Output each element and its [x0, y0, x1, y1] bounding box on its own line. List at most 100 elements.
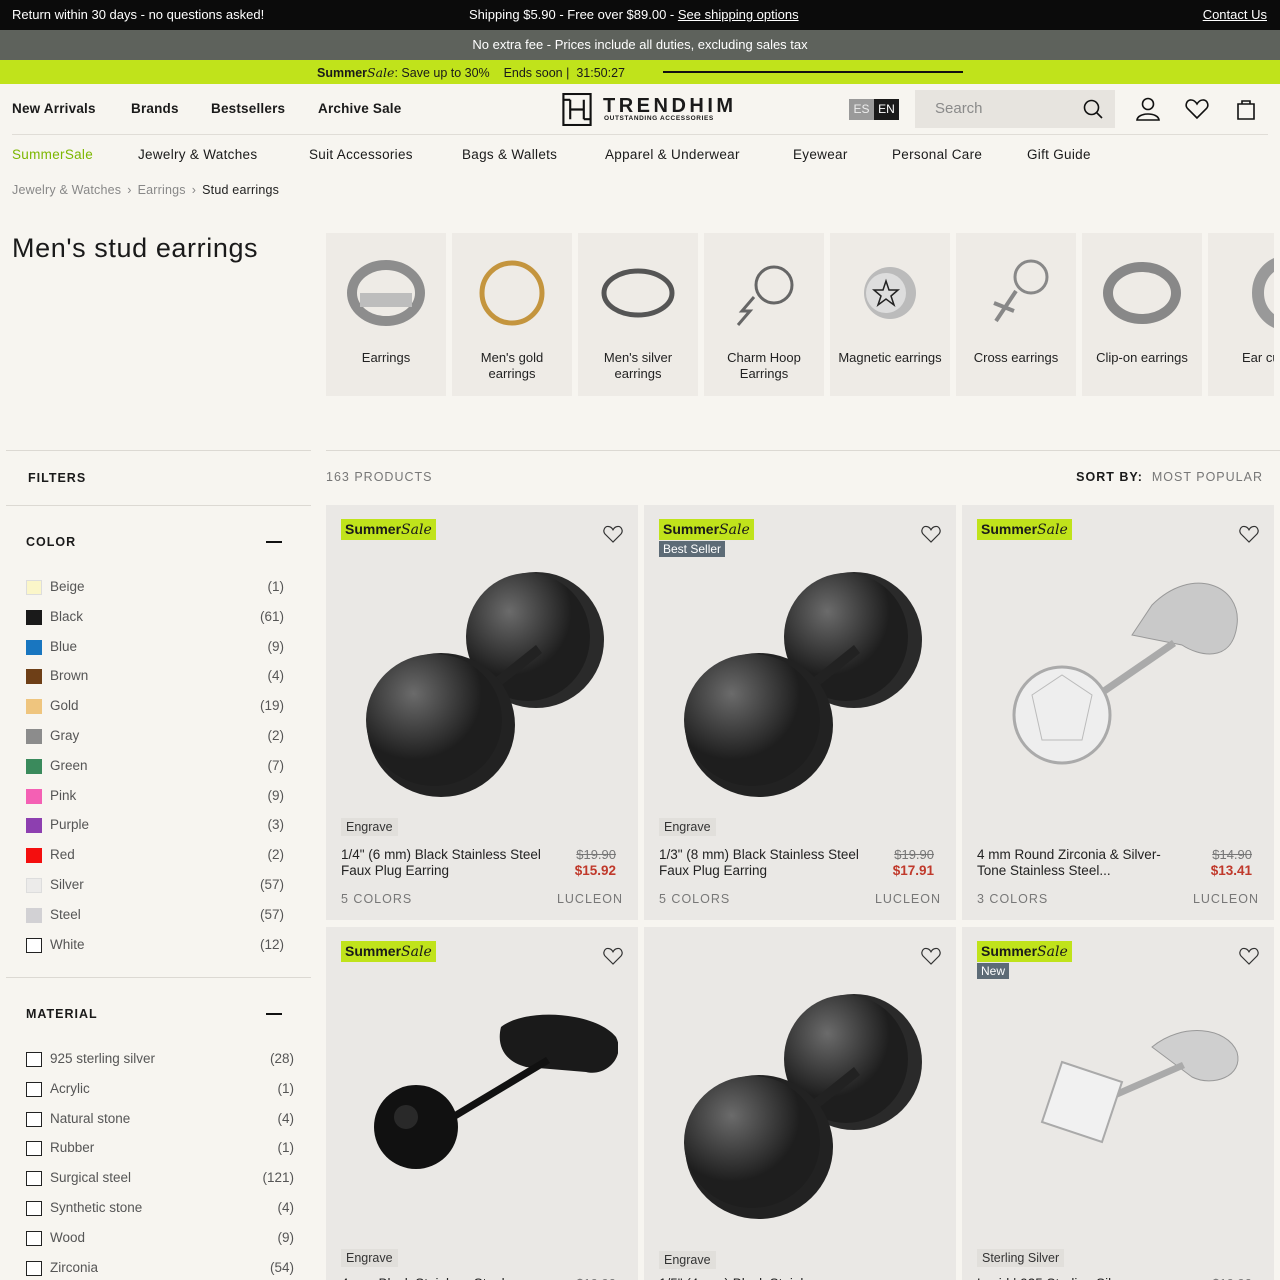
wishlist-heart-icon[interactable] [602, 945, 624, 967]
cat-gift-guide[interactable]: Gift Guide [1027, 147, 1091, 162]
color-swatch[interactable] [26, 878, 42, 893]
material-filter-option[interactable]: Wood (9) [26, 1228, 294, 1248]
color-swatch[interactable] [26, 609, 42, 625]
collapse-minus-icon[interactable] [266, 541, 282, 543]
material-filter-option[interactable]: Synthetic stone (4) [26, 1198, 294, 1218]
color-swatch[interactable] [26, 937, 42, 953]
cat-bags-wallets[interactable]: Bags & Wallets [462, 147, 557, 162]
material-filter-option[interactable]: 925 sterling silver (28) [26, 1049, 294, 1069]
checkbox[interactable] [26, 1171, 42, 1187]
cart-icon[interactable] [1233, 96, 1259, 122]
color-swatch[interactable] [26, 639, 42, 655]
nav-brands[interactable]: Brands [131, 101, 179, 116]
sale-bar[interactable]: SummerSale: Save up to 30% Ends soon | 3… [0, 60, 1280, 84]
category-tile[interactable]: Men's gold earrings [452, 233, 572, 396]
color-filter-option[interactable]: Red (2) [26, 845, 284, 865]
product-card[interactable]: SummerSale Engrave 4 mm Black Stainless St… [326, 927, 638, 1280]
product-image[interactable] [346, 967, 618, 1237]
color-swatch[interactable] [26, 729, 42, 744]
collapse-minus-icon[interactable] [266, 1013, 282, 1015]
color-filter-option[interactable]: Blue (9) [26, 637, 284, 657]
color-swatch[interactable] [26, 758, 42, 774]
product-card[interactable]: SummerSale 4 mm Round Zirconia & Silver-T… [962, 505, 1274, 920]
color-filter-option[interactable]: Gray (2) [26, 726, 284, 746]
color-filter-option[interactable]: Silver (57) [26, 875, 284, 895]
color-swatch[interactable] [26, 788, 42, 804]
lang-en[interactable]: EN [874, 99, 899, 120]
material-filter-option[interactable]: Natural stone (4) [26, 1109, 294, 1129]
color-swatch[interactable] [26, 848, 42, 864]
product-card[interactable]: SummerSale Best Seller Engrave 1/3" (8 mm) … [644, 505, 956, 920]
product-card[interactable]: SummerSaleNew Sterling Silver Lucid | 925 … [962, 927, 1274, 1280]
cat-personal-care[interactable]: Personal Care [892, 147, 982, 162]
color-filter-option[interactable]: Pink (9) [26, 786, 284, 806]
cat-suit-accessories[interactable]: Suit Accessories [309, 147, 413, 162]
wishlist-heart-icon[interactable] [920, 523, 942, 545]
color-swatch[interactable] [26, 907, 42, 923]
color-filter-title[interactable]: COLOR [26, 535, 76, 549]
product-name[interactable]: 4 mm Round Zirconia & Silver-Tone Stainl… [977, 847, 1177, 879]
material-filter-option[interactable]: Surgical steel (121) [26, 1168, 294, 1188]
material-filter-title[interactable]: MATERIAL [26, 1007, 98, 1021]
checkbox[interactable] [26, 1052, 42, 1067]
material-filter-option[interactable]: Acrylic (1) [26, 1079, 294, 1099]
category-tile[interactable]: Earrings [326, 233, 446, 396]
color-filter-option[interactable]: Brown (4) [26, 666, 284, 686]
wishlist-heart-icon[interactable] [602, 523, 624, 545]
nav-archive-sale[interactable]: Archive Sale [318, 101, 401, 116]
wishlist-heart-icon[interactable] [920, 945, 942, 967]
product-name[interactable]: 1/4" (6 mm) Black Stainless Steel Faux P… [341, 847, 541, 879]
category-tile[interactable]: Men's silver earrings [578, 233, 698, 396]
color-filter-option[interactable]: White (12) [26, 935, 284, 955]
color-filter-option[interactable]: Beige (1) [26, 577, 284, 597]
category-tile[interactable]: Ear cu [1208, 233, 1274, 396]
product-name[interactable]: Lucid | 925 Sterling Silver [977, 1276, 1177, 1280]
category-tile[interactable]: Magnetic earrings [830, 233, 950, 396]
product-name[interactable]: 1/5" (4 mm) Black Stainless [659, 1276, 859, 1280]
search-input[interactable]: Search [915, 90, 1115, 128]
product-name[interactable]: 1/3" (8 mm) Black Stainless Steel Faux P… [659, 847, 859, 879]
product-image[interactable] [982, 967, 1254, 1237]
color-swatch[interactable] [26, 580, 42, 595]
cat-apparel-underwear[interactable]: Apparel & Underwear [605, 147, 740, 162]
color-swatch[interactable] [26, 818, 42, 834]
nav-new-arrivals[interactable]: New Arrivals [12, 101, 96, 116]
checkbox[interactable] [26, 1201, 42, 1216]
color-filter-option[interactable]: Gold (19) [26, 696, 284, 716]
wishlist-heart-icon[interactable] [1238, 523, 1260, 545]
shipping-options-link[interactable]: See shipping options [678, 7, 799, 22]
sort-dropdown[interactable]: SORT BY: MOST POPULAR [1076, 470, 1263, 484]
checkbox[interactable] [26, 1111, 42, 1127]
material-filter-option[interactable]: Zirconia (54) [26, 1258, 294, 1278]
language-switcher[interactable]: ES EN [849, 99, 899, 120]
crumb-earrings[interactable]: Earrings [138, 183, 186, 197]
product-image[interactable] [664, 545, 936, 815]
wishlist-icon[interactable] [1184, 96, 1210, 122]
category-tile[interactable]: Clip-on earrings [1082, 233, 1202, 396]
color-filter-option[interactable]: Green (7) [26, 756, 284, 776]
contact-link[interactable]: Contact Us [1203, 7, 1267, 22]
material-filter-option[interactable]: Rubber (1) [26, 1138, 294, 1158]
checkbox[interactable] [26, 1141, 42, 1157]
search-icon[interactable] [1083, 99, 1103, 119]
wishlist-heart-icon[interactable] [1238, 945, 1260, 967]
color-swatch[interactable] [26, 699, 42, 715]
color-swatch[interactable] [26, 669, 42, 685]
category-tile[interactable]: Charm Hoop Earrings [704, 233, 824, 396]
color-filter-option[interactable]: Black (61) [26, 607, 284, 627]
product-card[interactable]: Engrave 1/5" (4 mm) Black Stainless [644, 927, 956, 1280]
product-image[interactable] [346, 545, 618, 815]
checkbox[interactable] [26, 1230, 42, 1246]
product-name[interactable]: 4 mm Black Stainless Steel [341, 1276, 541, 1280]
nav-bestsellers[interactable]: Bestsellers [211, 101, 285, 116]
product-image[interactable] [982, 545, 1254, 815]
category-tile[interactable]: Cross earrings [956, 233, 1076, 396]
cat-summer-sale[interactable]: SummerSale [12, 147, 93, 162]
product-image[interactable] [664, 967, 936, 1237]
checkbox[interactable] [26, 1081, 42, 1097]
product-card[interactable]: SummerSale Engrave 1/4" (6 mm) Black Stain… [326, 505, 638, 920]
color-filter-option[interactable]: Purple (3) [26, 815, 284, 835]
crumb-jewelry[interactable]: Jewelry & Watches [12, 183, 121, 197]
lang-es[interactable]: ES [849, 99, 874, 120]
trendhim-logo[interactable]: TRENDHIM OUTSTANDING ACCESSORIES [562, 93, 733, 127]
